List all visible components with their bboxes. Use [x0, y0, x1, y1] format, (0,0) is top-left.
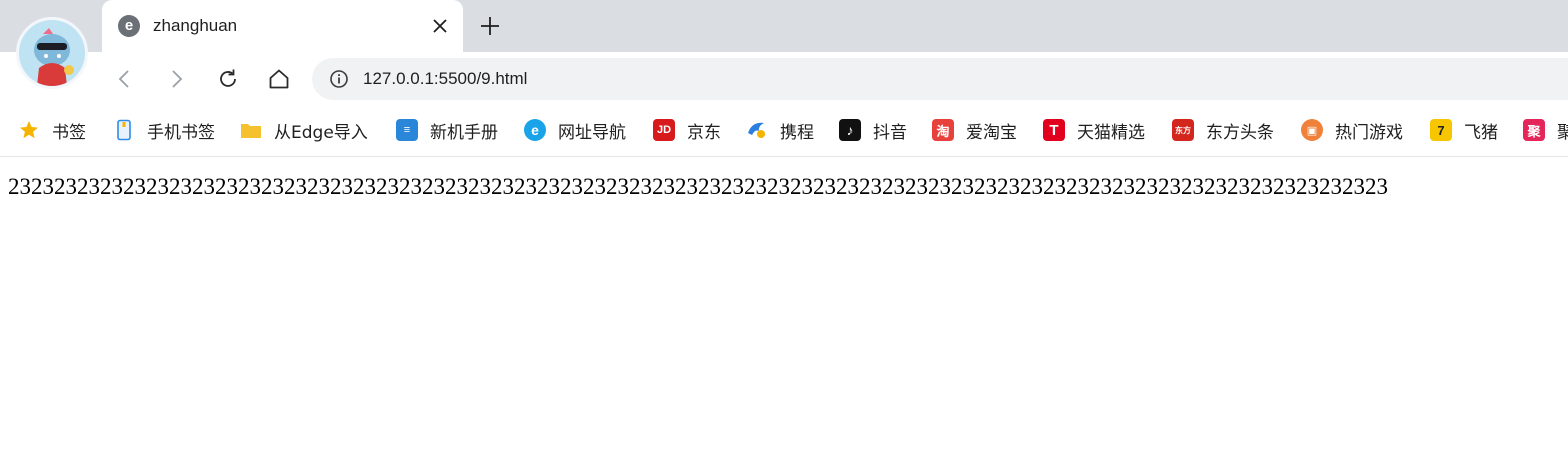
home-icon[interactable] — [267, 67, 291, 91]
star-icon — [20, 121, 38, 139]
ctrip-icon — [748, 122, 765, 138]
page-text: 2323232323232323232323232323232323232323… — [8, 174, 1388, 199]
bookmark-item[interactable]: e 网址导航 — [524, 117, 626, 143]
bookmark-item[interactable]: T 天猫精选 — [1043, 117, 1145, 143]
info-icon[interactable] — [329, 69, 349, 89]
bookmark-item[interactable]: 书签 — [18, 117, 86, 143]
url-text[interactable]: 127.0.0.1:5500/9.html — [363, 69, 527, 89]
game-icon: ▣ — [1301, 119, 1323, 141]
bookmark-item[interactable]: 淘 爱淘宝 — [932, 117, 1017, 143]
edge-icon: e — [524, 119, 546, 141]
edge-page-icon: e — [118, 15, 140, 37]
eastday-icon: 东方 — [1172, 119, 1194, 141]
reload-icon[interactable] — [216, 67, 240, 91]
close-icon[interactable] — [429, 15, 451, 37]
address-bar[interactable]: 127.0.0.1:5500/9.html — [312, 58, 1568, 100]
bookmark-label: 从Edge导入 — [274, 122, 368, 143]
bookmark-label: 抖音 — [873, 122, 907, 143]
bookmark-item[interactable]: ♪ 抖音 — [839, 117, 907, 143]
bookmark-item[interactable]: 从Edge导入 — [240, 117, 368, 143]
toolbar: 127.0.0.1:5500/9.html — [0, 52, 1568, 104]
new-tab-icon[interactable] — [478, 14, 502, 38]
ju-icon: 聚 — [1523, 119, 1545, 141]
avatar-image — [19, 20, 85, 86]
bookmark-label: 京东 — [687, 122, 721, 143]
bookmark-label: 飞猪 — [1464, 122, 1498, 143]
bookmark-item[interactable]: JD 京东 — [653, 117, 721, 143]
tab-strip: e zhanghuan — [0, 0, 1568, 89]
bookmark-item[interactable]: 东方 东方头条 — [1172, 117, 1274, 143]
fliggy-icon: 7 — [1430, 119, 1452, 141]
folder-icon — [241, 124, 261, 138]
bookmark-label: 聚 — [1557, 118, 1568, 143]
bookmark-label: 书签 — [52, 122, 86, 143]
bookmark-label: 爱淘宝 — [966, 122, 1017, 143]
bookmark-label: 热门游戏 — [1335, 122, 1403, 143]
bookmarks-bar: 书签 手机书签 从Edge导入 ≡ 新机手册 e 网址导航 JD 京东 携程 ♪… — [0, 104, 1568, 157]
bookmark-label: 新机手册 — [430, 122, 498, 143]
bookmark-item[interactable]: 携程 — [746, 117, 814, 143]
bookmark-item[interactable]: 7 飞猪 — [1430, 117, 1498, 143]
profile-avatar[interactable] — [16, 17, 88, 89]
bookmark-label: 天猫精选 — [1077, 122, 1145, 143]
bookmark-item[interactable]: ≡ 新机手册 — [396, 117, 498, 143]
bookmark-label: 手机书签 — [147, 122, 215, 143]
tmall-icon: T — [1043, 119, 1065, 141]
back-arrow-icon[interactable] — [113, 67, 137, 91]
manual-icon: ≡ — [396, 119, 418, 141]
bookmark-label: 携程 — [780, 122, 814, 143]
bookmark-label: 网址导航 — [558, 122, 626, 143]
bookmark-item[interactable]: 聚 聚 — [1523, 117, 1568, 143]
bookmark-item[interactable]: 手机书签 — [113, 117, 215, 143]
forward-arrow-icon[interactable] — [164, 67, 188, 91]
douyin-icon: ♪ — [839, 119, 861, 141]
browser-chrome: e zhanghuan 127.0.0.1:5500/9.html 书签 手机书… — [0, 0, 1568, 157]
jd-icon: JD — [653, 119, 675, 141]
tab-title: zhanghuan — [153, 16, 238, 35]
bookmark-label: 东方头条 — [1206, 122, 1274, 143]
taobao-icon: 淘 — [932, 119, 954, 141]
tab-active[interactable]: e zhanghuan — [102, 0, 463, 52]
phone-icon — [117, 119, 131, 141]
page-content: 2323232323232323232323232323232323232323… — [0, 157, 1568, 468]
bookmark-item[interactable]: ▣ 热门游戏 — [1301, 117, 1403, 143]
